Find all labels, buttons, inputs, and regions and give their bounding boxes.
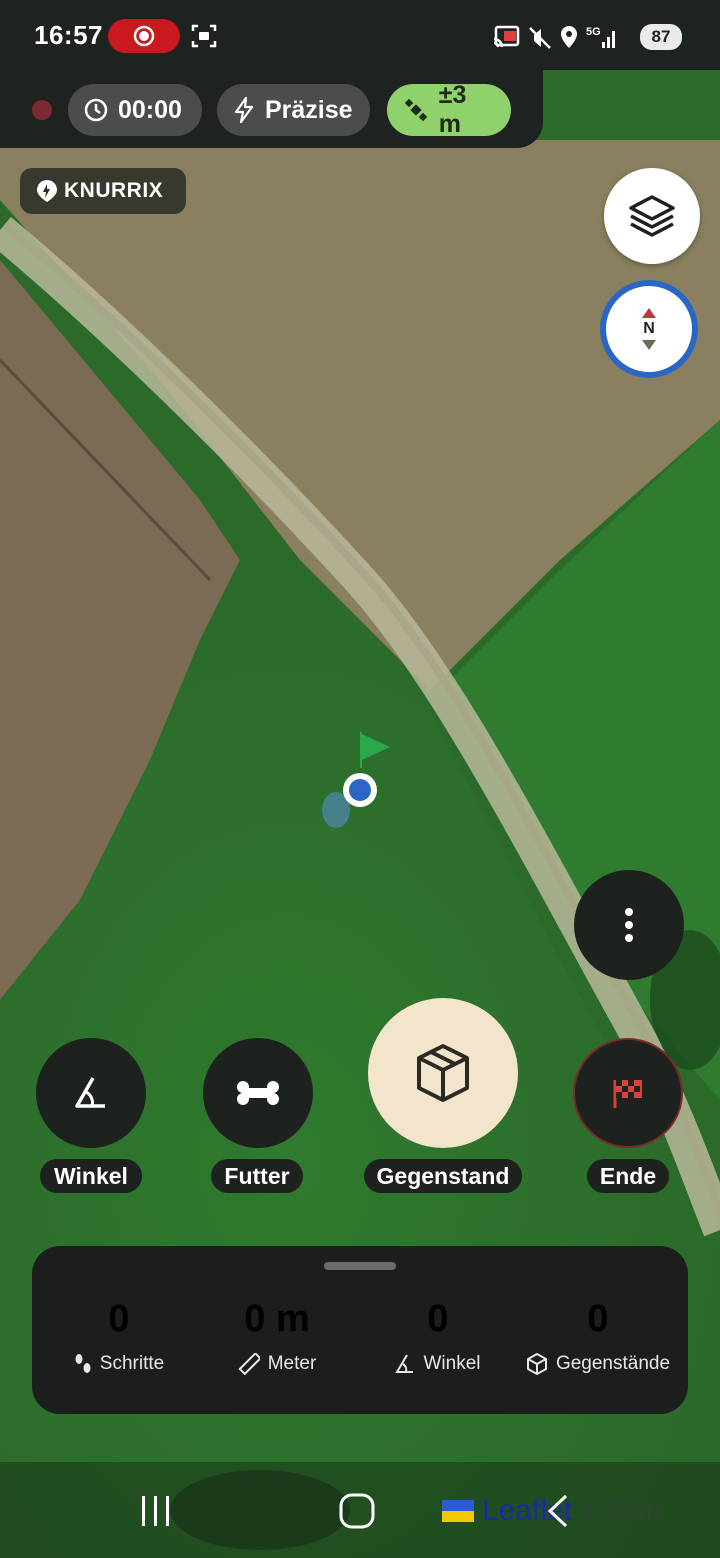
objects-value: 0 — [587, 1298, 609, 1340]
box-small-icon — [526, 1353, 547, 1375]
logo-icon — [37, 180, 57, 202]
precision-mode-label: Präzise — [265, 95, 353, 124]
screen-capture-icon — [191, 24, 217, 48]
map-layers-button[interactable] — [604, 168, 700, 264]
compass-button[interactable]: N — [600, 280, 698, 378]
stat-objects: 0 Gegenstände — [516, 1298, 680, 1375]
angle-small-icon — [395, 1354, 414, 1373]
location-icon — [561, 26, 577, 48]
angles-label: Winkel — [423, 1353, 481, 1374]
status-bar: 16:57 5G 87 — [0, 0, 720, 72]
logo-text: KNURRIX — [64, 179, 164, 202]
stat-angles: 0 Winkel — [356, 1298, 520, 1375]
ruler-icon — [238, 1353, 260, 1375]
mute-icon — [529, 27, 551, 49]
attribution-provider: © Esri — [580, 1494, 663, 1527]
drag-handle[interactable] — [324, 1262, 396, 1270]
back-icon[interactable] — [544, 1494, 574, 1528]
angle-action-button[interactable] — [36, 1038, 146, 1148]
gps-accuracy-chip[interactable]: ±3 m — [387, 81, 511, 138]
end-action-label: Ende — [587, 1159, 669, 1193]
precision-mode-chip[interactable]: Präzise — [217, 84, 370, 136]
angle-action-label: Winkel — [40, 1159, 142, 1193]
recent-apps-icon[interactable] — [138, 1494, 174, 1528]
layers-icon — [629, 195, 675, 237]
status-icons: 5G — [492, 22, 618, 52]
more-vertical-icon — [625, 908, 633, 942]
food-action-label: Futter — [211, 1159, 303, 1193]
status-time: 16:57 — [34, 20, 103, 50]
stat-steps: 0 Schritte — [37, 1298, 201, 1375]
timer-value: 00:00 — [118, 95, 182, 124]
screen-recording-indicator[interactable] — [108, 19, 180, 53]
object-action-button[interactable] — [368, 998, 518, 1148]
end-action-button[interactable] — [573, 1038, 683, 1148]
angles-value: 0 — [427, 1298, 449, 1340]
signal-icon: 5G — [586, 26, 615, 48]
ukraine-flag-icon — [442, 1500, 474, 1522]
angle-icon — [75, 1077, 105, 1108]
box-icon — [417, 1044, 469, 1102]
satellite-icon — [404, 98, 428, 122]
clock-icon — [84, 98, 108, 122]
recording-dot — [32, 100, 52, 120]
current-location-marker — [322, 773, 377, 828]
start-flag-marker[interactable] — [356, 728, 396, 768]
compass-north-label: N — [643, 320, 655, 337]
lightning-icon — [234, 97, 254, 123]
steps-value: 0 — [108, 1298, 130, 1340]
footsteps-icon — [75, 1354, 91, 1373]
home-icon[interactable] — [338, 1492, 376, 1530]
checkered-flag-icon — [613, 1080, 642, 1108]
object-action-label: Gegenstand — [364, 1159, 522, 1193]
food-action-button[interactable] — [203, 1038, 313, 1148]
more-options-button[interactable] — [574, 870, 684, 980]
stat-meters: 0 m Meter — [195, 1298, 359, 1375]
objects-label: Gegenstände — [555, 1353, 671, 1374]
battery-indicator: 87 — [640, 24, 682, 50]
steps-label: Schritte — [99, 1353, 165, 1374]
timer-chip[interactable]: 00:00 — [68, 84, 202, 136]
svg-text:5G: 5G — [586, 26, 601, 38]
meters-value: 0 m — [244, 1298, 310, 1340]
meters-label: Meter — [267, 1353, 317, 1374]
cast-icon — [493, 25, 520, 48]
app-logo: KNURRIX — [20, 168, 186, 214]
gps-accuracy-value: ±3 m — [438, 81, 467, 138]
record-icon — [133, 25, 155, 47]
bone-icon — [237, 1081, 279, 1105]
